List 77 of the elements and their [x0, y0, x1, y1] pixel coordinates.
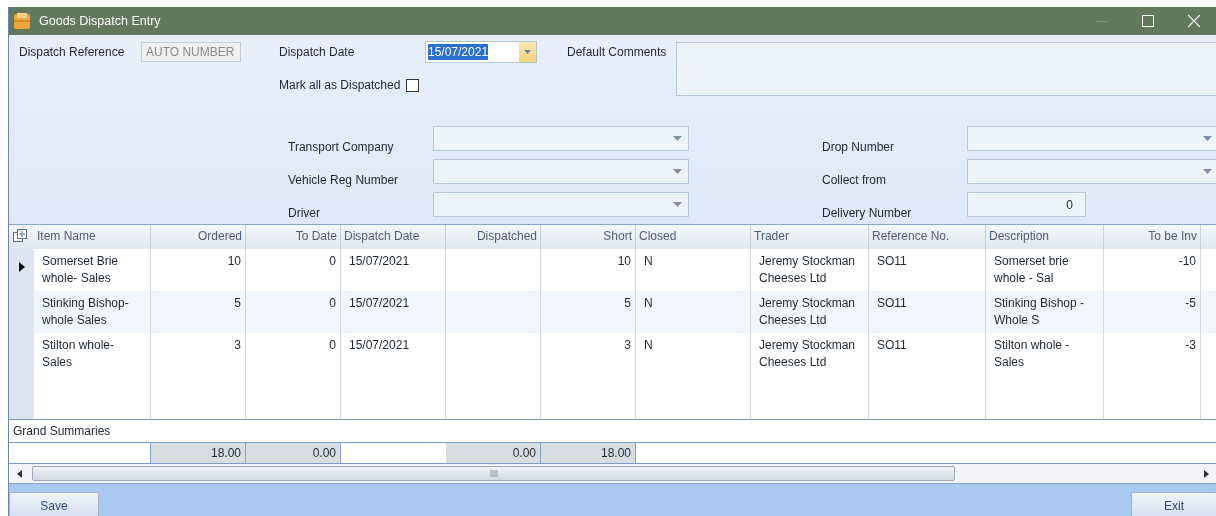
- dropdown-field[interactable]: [967, 159, 1216, 184]
- box-icon: [13, 12, 31, 30]
- table-cell: -3: [1185, 338, 1196, 352]
- dropdown-arrow-icon: [1203, 169, 1212, 174]
- table-cell: Somerset Brie whole- Sales: [42, 254, 119, 285]
- table-cell: Stinking Bishop - Whole S: [994, 296, 1085, 327]
- row-header-strip: [9, 375, 34, 419]
- summary-label: Grand Summaries: [13, 424, 111, 438]
- date-field[interactable]: 15/07/2021: [425, 41, 537, 63]
- table-cell: Stilton whole- Sales: [42, 338, 115, 369]
- horizontal-scrollbar[interactable]: [9, 464, 1216, 483]
- table-row[interactable]: Stilton whole- Sales 3 0 15/07/2021 3 N Jeremy Stockman Cheeses Ltd SO11 Stilton whole - Sales -3: [9, 333, 1216, 375]
- table-cell: 15/07/2021: [349, 296, 410, 310]
- table-cell: SO11: [877, 338, 907, 352]
- window-title: Goods Dispatch Entry: [39, 14, 161, 28]
- number-field[interactable]: 0: [967, 192, 1086, 217]
- action-button[interactable]: Exit: [1131, 492, 1216, 516]
- scroll-right-icon[interactable]: [1204, 469, 1209, 478]
- table-cell: Jeremy Stockman Cheeses Ltd: [759, 296, 856, 327]
- table-cell: Jeremy Stockman Cheeses Ltd: [759, 338, 856, 369]
- table-cell: N: [644, 254, 653, 268]
- dropdown-field[interactable]: [433, 192, 689, 217]
- dropdown-arrow-icon: [1203, 136, 1212, 141]
- table-cell: SO11: [877, 254, 907, 268]
- field-label: Transport Company: [288, 140, 395, 154]
- table-cell: Jeremy Stockman Cheeses Ltd: [759, 254, 856, 285]
- field-label: Drop Number: [822, 140, 896, 154]
- table-cell: Stinking Bishop- whole Sales: [42, 296, 129, 327]
- table-cell: 0: [329, 296, 336, 310]
- dropdown-arrow-icon: [673, 136, 682, 141]
- field-label: Collect from: [822, 173, 887, 187]
- table-cell: 15/07/2021: [349, 254, 410, 268]
- table-cell: 5: [624, 296, 631, 310]
- row-header[interactable]: [9, 249, 34, 291]
- scrollbar-thumb[interactable]: [32, 466, 955, 481]
- table-cell: -5: [1185, 296, 1196, 310]
- total-cell: 0.00: [246, 443, 341, 463]
- table-cell: N: [644, 338, 653, 352]
- table-cell: 5: [234, 296, 241, 310]
- table-cell: 10: [227, 254, 241, 268]
- table-cell: Stilton whole - Sales: [994, 338, 1070, 369]
- field-label: Driver: [288, 206, 321, 220]
- checkbox[interactable]: [406, 78, 420, 92]
- table-cell: 10: [617, 254, 631, 268]
- table-cell: -10: [1178, 254, 1196, 268]
- field-label: Vehicle Reg Number: [288, 173, 400, 187]
- table-cell: Somerset brie whole - Sal: [994, 254, 1069, 285]
- action-button[interactable]: Save: [9, 492, 99, 516]
- field-label: Delivery Number: [822, 206, 913, 220]
- maximize-icon[interactable]: [1142, 15, 1154, 27]
- dropdown-field[interactable]: [967, 126, 1216, 151]
- field-label: Dispatch Reference: [19, 45, 126, 59]
- dropdown-arrow-icon: [673, 169, 682, 174]
- dropdown-arrow-icon: [524, 50, 531, 54]
- comments-field[interactable]: [676, 42, 1216, 96]
- current-row-icon: [18, 262, 25, 272]
- dropdown-arrow-icon: [673, 202, 682, 207]
- table-cell: 0: [329, 338, 336, 352]
- close-icon[interactable]: [1188, 15, 1200, 27]
- table-cell: 0: [329, 254, 336, 268]
- grip-icon: [489, 470, 498, 477]
- checkbox-label: Mark all as Dispatched: [279, 78, 401, 92]
- field-label: Dispatch Date: [279, 45, 356, 59]
- scroll-left-icon[interactable]: [17, 469, 22, 478]
- table-cell: 15/07/2021: [349, 338, 410, 352]
- field-label: Default Comments: [567, 45, 668, 59]
- column-chooser-icon[interactable]: [13, 229, 27, 243]
- total-cell: 0.00: [446, 443, 541, 463]
- table-cell: 3: [624, 338, 631, 352]
- table-cell: N: [644, 296, 653, 310]
- dropdown-field[interactable]: [433, 126, 689, 151]
- total-cell: 18.00: [151, 443, 246, 463]
- dropdown-field[interactable]: [433, 159, 689, 184]
- table-cell: SO11: [877, 296, 907, 310]
- total-cell: 18.00: [541, 443, 636, 463]
- table-cell: 3: [234, 338, 241, 352]
- table-row[interactable]: Stinking Bishop- whole Sales 5 0 15/07/2021 5 N Jeremy Stockman Cheeses Ltd SO11 Stinking Bishop - Whole S -5: [9, 291, 1216, 333]
